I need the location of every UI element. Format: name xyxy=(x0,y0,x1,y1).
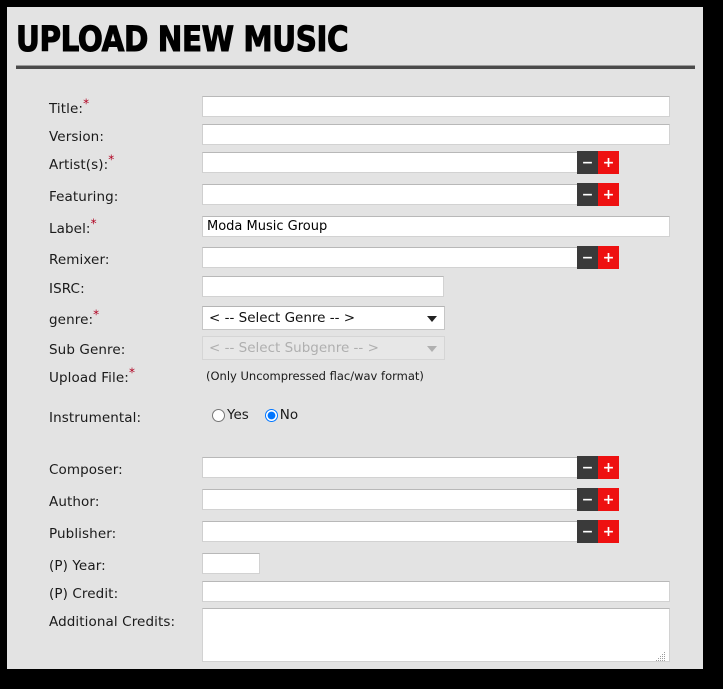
featuring-input[interactable] xyxy=(202,184,582,205)
version-input[interactable] xyxy=(202,124,670,145)
publisher-add-remove-buttons: − + xyxy=(577,520,619,543)
label-author: Author: xyxy=(49,494,100,510)
page-title: UPLOAD NEW MUSIC xyxy=(16,20,350,60)
label-sub_genre: Sub Genre: xyxy=(49,342,126,358)
instrumental-radio-no[interactable] xyxy=(264,408,278,422)
p_credit-input[interactable] xyxy=(202,581,670,602)
author-remove-button[interactable]: − xyxy=(577,488,598,511)
isrc-input[interactable] xyxy=(202,276,444,297)
label-upload_file: Upload File:* xyxy=(49,365,136,387)
remixer-input[interactable] xyxy=(202,247,582,268)
publisher-add-button[interactable]: + xyxy=(598,520,619,543)
instrumental-option-label: Yes xyxy=(227,407,249,423)
author-input[interactable] xyxy=(202,489,582,510)
label-featuring: Featuring: xyxy=(49,189,119,205)
label-publisher: Publisher: xyxy=(49,526,117,542)
composer-input[interactable] xyxy=(202,457,582,478)
featuring-remove-button[interactable]: − xyxy=(577,183,598,206)
instrumental-option-yes[interactable]: Yes xyxy=(212,407,249,423)
publisher-remove-button[interactable]: − xyxy=(577,520,598,543)
p_year-input[interactable] xyxy=(202,553,260,574)
title-divider xyxy=(16,65,695,69)
required-asterisk: * xyxy=(90,216,97,231)
composer-add-remove-buttons: − + xyxy=(577,456,619,479)
label-artists: Artist(s):* xyxy=(49,152,115,174)
artists-add-remove-buttons: − + xyxy=(577,151,619,174)
genre-select[interactable]: < -- Select Genre -- > xyxy=(202,306,445,330)
author-add-remove-buttons: − + xyxy=(577,488,619,511)
remixer-add-button[interactable]: + xyxy=(598,246,619,269)
remixer-add-remove-buttons: − + xyxy=(577,246,619,269)
instrumental-option-label: No xyxy=(279,407,299,423)
composer-remove-button[interactable]: − xyxy=(577,456,598,479)
label-additional: Additional Credits: xyxy=(49,614,176,630)
upload-music-page: UPLOAD NEW MUSIC Title:* Version: Artist(s… xyxy=(7,7,703,669)
required-asterisk: * xyxy=(83,96,90,111)
upload-file-format-note: (Only Uncompressed flac/wav format) xyxy=(206,369,424,383)
label-title: Title:* xyxy=(49,96,90,118)
label-p_credit: (P) Credit: xyxy=(49,586,119,602)
title-input[interactable] xyxy=(202,96,670,117)
label-label: Label:* xyxy=(49,216,97,238)
form-row-additional: Additional Credits: xyxy=(7,608,703,662)
author-add-button[interactable]: + xyxy=(598,488,619,511)
label-isrc: ISRC: xyxy=(49,281,85,297)
label-version: Version: xyxy=(49,129,104,145)
artists-add-button[interactable]: + xyxy=(598,151,619,174)
featuring-add-remove-buttons: − + xyxy=(577,183,619,206)
form-row-featuring: Featuring: − + xyxy=(7,183,703,219)
form-row-upload_file: Upload File:* (Only Uncompressed flac/wav… xyxy=(7,365,703,400)
required-asterisk: * xyxy=(93,307,100,322)
featuring-add-button[interactable]: + xyxy=(598,183,619,206)
publisher-input[interactable] xyxy=(202,521,582,542)
label-input[interactable] xyxy=(202,216,670,237)
instrumental-radio-yes[interactable] xyxy=(212,408,225,422)
label-genre: genre:* xyxy=(49,307,100,329)
artists-input[interactable] xyxy=(202,152,582,173)
sub_genre-select: < -- Select Subgenre -- > xyxy=(202,336,445,360)
composer-add-button[interactable]: + xyxy=(598,456,619,479)
required-asterisk: * xyxy=(128,365,136,380)
form-row-publisher: Publisher: − + xyxy=(7,520,703,556)
form-row-instrumental: Instrumental: Yes No xyxy=(7,407,703,440)
label-p_year: (P) Year: xyxy=(49,558,106,574)
label-remixer: Remixer: xyxy=(49,252,110,268)
artists-remove-button[interactable]: − xyxy=(577,151,598,174)
label-composer: Composer: xyxy=(49,462,123,478)
additional-credits-textarea[interactable] xyxy=(202,608,670,662)
label-instrumental: Instrumental: xyxy=(49,410,142,426)
remixer-remove-button[interactable]: − xyxy=(577,246,598,269)
required-asterisk: * xyxy=(108,152,115,167)
instrumental-radio-group: Yes No xyxy=(212,407,308,423)
instrumental-option-no[interactable]: No xyxy=(264,407,299,423)
